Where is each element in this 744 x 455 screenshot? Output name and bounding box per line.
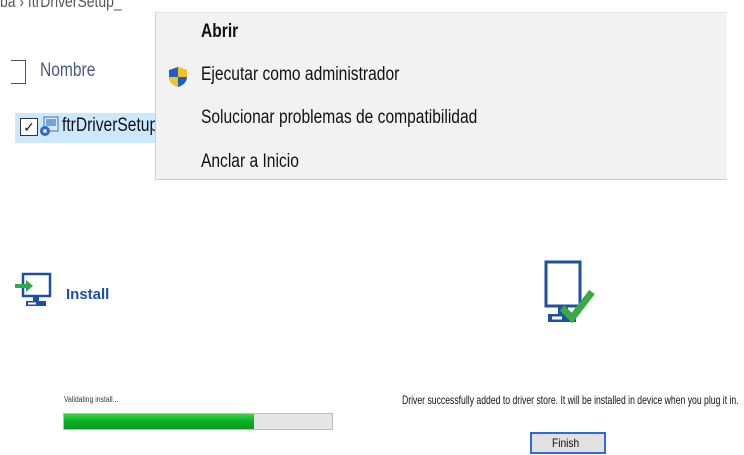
select-all-checkbox[interactable] xyxy=(11,60,26,84)
menu-item-anclar-a-inicio[interactable]: Anclar a Inicio xyxy=(201,151,320,173)
menu-item-ejecutar-como-administrador[interactable]: Ejecutar como administrador xyxy=(201,64,443,86)
setup-file-icon xyxy=(40,116,59,136)
monitor-check-icon xyxy=(544,260,595,324)
success-message: Driver successfully added to driver stor… xyxy=(402,393,739,407)
uac-shield-icon xyxy=(169,67,187,87)
menu-item-abrir[interactable]: Abrir xyxy=(201,21,246,43)
progress-fill xyxy=(64,414,255,429)
file-checkbox[interactable]: ✓ xyxy=(20,118,38,136)
finish-button[interactable]: Finish xyxy=(530,432,606,454)
context-menu: Abrir Ejecutar como administrador Soluci… xyxy=(155,12,727,180)
install-title: Install xyxy=(66,286,110,303)
breadcrumb: ba › ftrDriverSetup_ xyxy=(0,0,122,11)
menu-item-solucionar-problemas[interactable]: Solucionar problemas de compatibilidad xyxy=(201,107,538,129)
install-status-text: Validating install... xyxy=(64,395,119,404)
install-monitor-icon xyxy=(15,272,52,306)
column-header-nombre[interactable]: Nombre xyxy=(40,60,108,82)
install-progress-bar xyxy=(63,413,333,430)
